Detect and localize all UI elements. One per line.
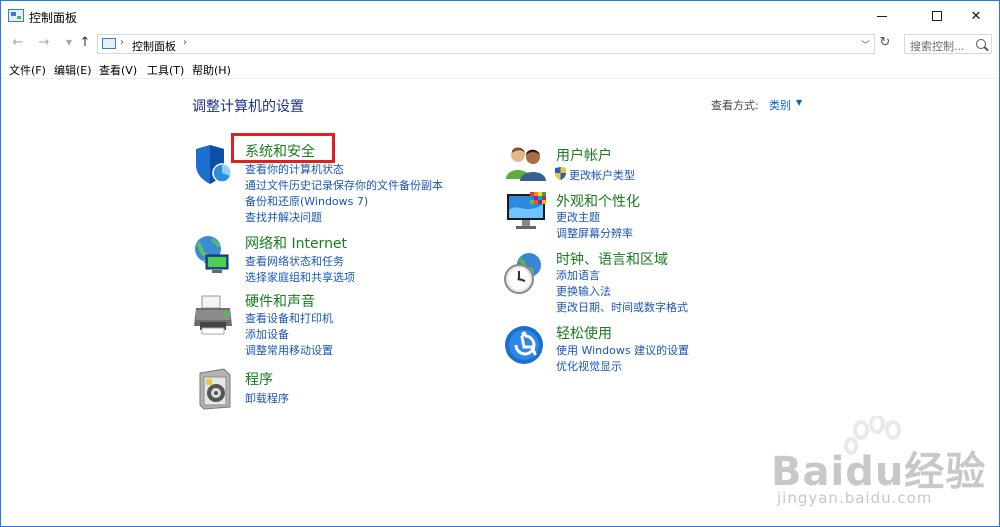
category-user-accounts[interactable]: 用户帐户 [556, 145, 612, 165]
close-button[interactable]: ✕ [953, 1, 999, 31]
uac-shield-icon [555, 167, 566, 180]
hardware-printer-icon[interactable] [192, 294, 236, 338]
search-icon [976, 39, 986, 49]
up-button[interactable]: ↑ [77, 35, 93, 51]
ease-of-access-icon[interactable] [504, 323, 548, 367]
network-globe-icon[interactable] [192, 233, 236, 277]
watermark-url: jingyan.baidu.com [777, 489, 933, 507]
title-bar: 控制面板 ✕ [1, 1, 999, 31]
link-view-computer-status[interactable]: 查看你的计算机状态 [245, 161, 344, 177]
minimize-icon [877, 15, 887, 17]
breadcrumb-chevron-icon[interactable]: › [120, 37, 124, 48]
breadcrumb-chevron-icon[interactable]: › [183, 37, 187, 48]
control-panel-window: 控制面板 ✕ ← → ▼ ↑ › 控制面板 › ﹀ ↻ 搜索控制... 文件(F… [0, 0, 1000, 527]
category-clock-language-region[interactable]: 时钟、语言和区域 [556, 249, 668, 269]
programs-icon[interactable] [196, 367, 240, 411]
link-change-input-method[interactable]: 更换输入法 [556, 283, 611, 299]
breadcrumb-control-panel[interactable]: 控制面板 [132, 38, 176, 54]
maximize-icon [932, 11, 942, 21]
control-panel-app-icon [8, 9, 24, 22]
category-programs[interactable]: 程序 [245, 369, 273, 389]
link-network-status[interactable]: 查看网络状态和任务 [245, 253, 344, 269]
link-mobility-settings[interactable]: 调整常用移动设置 [245, 342, 333, 358]
page-title: 调整计算机的设置 [192, 99, 304, 115]
link-backup-restore[interactable]: 备份和还原(Windows 7) [245, 193, 368, 209]
link-change-date-time-format[interactable]: 更改日期、时间或数字格式 [556, 299, 688, 315]
link-change-account-type[interactable]: 更改帐户类型 [569, 167, 635, 183]
menu-bar: 文件(F) 编辑(E) 查看(V) 工具(T) 帮助(H) [1, 59, 999, 79]
back-button[interactable]: ← [10, 35, 26, 51]
address-bar[interactable]: › 控制面板 › ﹀ [97, 34, 875, 54]
user-accounts-icon[interactable] [504, 143, 548, 187]
view-by-chevron-down-icon[interactable]: ▼ [796, 98, 802, 107]
link-uninstall-program[interactable]: 卸载程序 [245, 390, 289, 406]
link-homegroup[interactable]: 选择家庭组和共享选项 [245, 269, 355, 285]
clock-language-region-icon[interactable] [503, 251, 547, 295]
link-change-theme[interactable]: 更改主题 [556, 209, 600, 225]
search-placeholder: 搜索控制... [910, 40, 965, 53]
close-icon: ✕ [970, 8, 982, 24]
appearance-personalization-icon[interactable] [504, 190, 548, 234]
refresh-button[interactable]: ↻ [877, 34, 893, 52]
search-input[interactable]: 搜索控制... [904, 34, 992, 54]
menu-edit[interactable]: 编辑(E) [54, 62, 92, 78]
minimize-button[interactable] [859, 1, 905, 31]
category-appearance-personalization[interactable]: 外观和个性化 [556, 191, 640, 211]
menu-help[interactable]: 帮助(H) [192, 62, 231, 78]
link-devices-printers[interactable]: 查看设备和打印机 [245, 310, 333, 326]
link-windows-recommended-settings[interactable]: 使用 Windows 建议的设置 [556, 342, 689, 358]
view-by-dropdown[interactable]: 类别 [769, 97, 791, 113]
menu-view[interactable]: 查看(V) [99, 62, 137, 78]
control-panel-location-icon [102, 38, 116, 49]
menu-file[interactable]: 文件(F) [9, 62, 46, 78]
view-by-label: 查看方式: [711, 99, 759, 112]
link-optimize-visual-display[interactable]: 优化视觉显示 [556, 358, 622, 374]
forward-button[interactable]: → [36, 35, 52, 51]
category-ease-of-access[interactable]: 轻松使用 [556, 323, 612, 343]
recent-locations-chevron-icon[interactable]: ▼ [61, 35, 77, 51]
link-screen-resolution[interactable]: 调整屏幕分辨率 [556, 225, 633, 241]
category-system-security[interactable]: 系统和安全 [245, 141, 315, 161]
category-network-internet[interactable]: 网络和 Internet [245, 233, 347, 253]
link-file-history[interactable]: 通过文件历史记录保存你的文件备份副本 [245, 177, 443, 193]
window-title: 控制面板 [29, 11, 78, 25]
navigation-row: ← → ▼ ↑ › 控制面板 › ﹀ ↻ 搜索控制... [1, 31, 999, 55]
system-security-shield-icon[interactable] [192, 143, 236, 187]
category-hardware-sound[interactable]: 硬件和声音 [245, 291, 315, 311]
link-troubleshoot[interactable]: 查找并解决问题 [245, 209, 322, 225]
link-add-language[interactable]: 添加语言 [556, 267, 600, 283]
link-add-device[interactable]: 添加设备 [245, 326, 289, 342]
address-dropdown-chevron-icon[interactable]: ﹀ [861, 38, 870, 51]
menu-tools[interactable]: 工具(T) [147, 62, 184, 78]
